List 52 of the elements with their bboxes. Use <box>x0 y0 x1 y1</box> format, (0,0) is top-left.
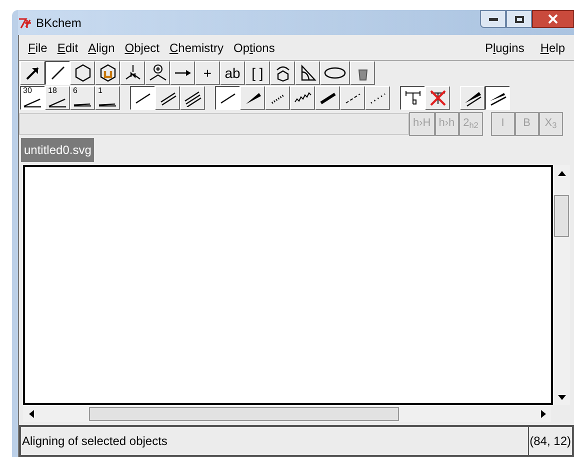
double-wedge-icon <box>464 89 482 107</box>
menu-item[interactable]: Chemistry <box>164 38 228 56</box>
drawing-canvas[interactable] <box>23 165 553 405</box>
angle-icon <box>73 103 92 107</box>
app-logo-icon <box>18 16 32 28</box>
up-arrow-icon <box>558 170 566 176</box>
vertical-scrollbar[interactable] <box>553 165 570 405</box>
menu-item[interactable]: File <box>23 38 52 56</box>
down-arrow-icon <box>558 394 566 400</box>
tool-button[interactable] <box>215 86 240 110</box>
angle-button[interactable]: 6 <box>70 86 95 110</box>
angle-icon <box>23 98 42 108</box>
right-arrow-icon <box>540 410 546 418</box>
length-icon <box>404 89 422 107</box>
triangle-ruler-icon <box>298 64 316 82</box>
tool-button[interactable]: ab <box>220 61 245 85</box>
text-input-field[interactable] <box>19 112 409 134</box>
close-button[interactable] <box>532 10 574 28</box>
tool-button[interactable] <box>45 61 70 85</box>
angle-button[interactable]: 30 <box>20 86 45 110</box>
left-arrow-icon <box>28 410 34 418</box>
tripod-icon <box>124 64 142 82</box>
maximize-button[interactable] <box>506 10 532 28</box>
tool-button[interactable] <box>485 86 510 110</box>
document-tab[interactable]: untitled0.svg <box>21 138 94 162</box>
menu-item[interactable]: Help <box>535 38 570 56</box>
angle-button[interactable]: 1 <box>95 86 120 110</box>
menu-item[interactable]: Align <box>83 38 120 56</box>
close-icon <box>548 14 558 24</box>
hexagon-icon <box>74 64 92 82</box>
minimize-button[interactable] <box>480 10 506 28</box>
window-title: BKchem <box>36 14 82 32</box>
status-message: Aligning of selected objects <box>21 433 168 450</box>
tool-button[interactable]: [ ] <box>245 61 270 85</box>
horizontal-scrollbar[interactable] <box>23 405 551 422</box>
scrollbar-thumb[interactable] <box>89 406 399 420</box>
hexagon-letter-icon <box>98 64 116 82</box>
triple-bond-icon <box>184 89 202 107</box>
menu-item[interactable]: Options <box>228 38 280 56</box>
menu-item[interactable]: Object <box>120 38 164 56</box>
charge-icon <box>148 64 166 82</box>
tool-button[interactable] <box>130 86 155 110</box>
crossed-length-icon <box>428 89 446 107</box>
menu-item[interactable]: Edit <box>52 38 84 56</box>
tool-button[interactable]: + <box>195 61 220 85</box>
angle-icon <box>98 103 117 107</box>
tool-button[interactable] <box>400 86 425 110</box>
scrollbar-thumb[interactable] <box>554 195 569 237</box>
cursor-coordinates: (84, 12) <box>528 427 572 455</box>
angle-icon <box>48 98 67 108</box>
angle-button[interactable]: 18 <box>45 86 70 110</box>
menu-item[interactable]: Plugins <box>480 38 530 56</box>
